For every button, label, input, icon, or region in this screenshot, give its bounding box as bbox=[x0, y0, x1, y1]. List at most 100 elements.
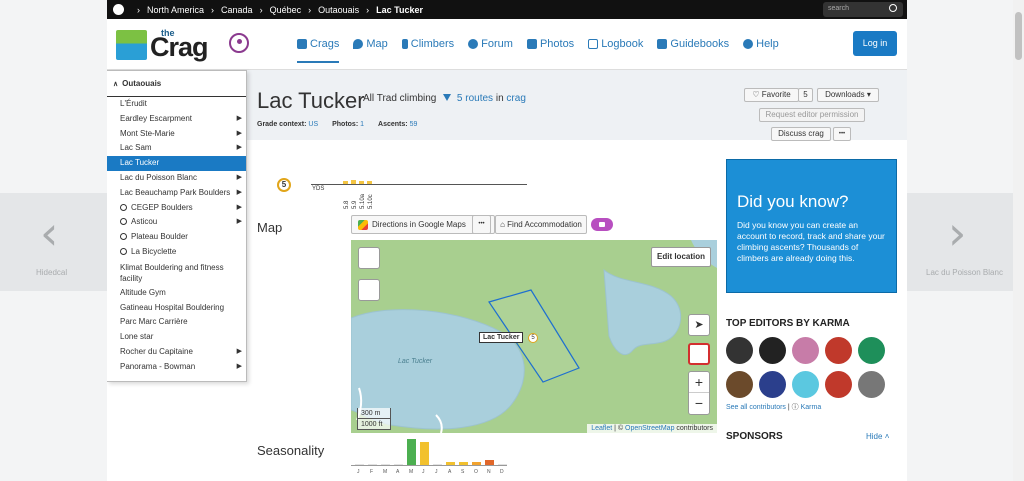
crag-type-link[interactable]: crag bbox=[506, 93, 525, 104]
season-bar[interactable] bbox=[498, 464, 507, 465]
menu-item[interactable]: Asticou ▶ bbox=[107, 215, 246, 230]
next-arrow-icon[interactable]: › bbox=[948, 210, 966, 256]
ascents-count[interactable]: 59 bbox=[410, 121, 418, 128]
nav-guidebooks[interactable]: Guidebooks bbox=[657, 19, 729, 69]
nav-forum[interactable]: Forum bbox=[468, 19, 513, 69]
grade-bar[interactable] bbox=[343, 181, 348, 184]
menu-item[interactable]: Lone star bbox=[107, 330, 246, 345]
menu-item[interactable]: La Bicyclette bbox=[107, 245, 246, 260]
season-bar[interactable] bbox=[407, 439, 416, 465]
editor-avatar[interactable] bbox=[792, 371, 819, 398]
scrollbar-thumb[interactable] bbox=[1015, 12, 1022, 60]
nav-logbook[interactable]: Logbook bbox=[588, 19, 643, 69]
breadcrumb-item[interactable]: Canada bbox=[221, 5, 253, 15]
leaflet-link[interactable]: Leaflet bbox=[591, 425, 612, 432]
menu-item[interactable]: Gatineau Hospital Bouldering bbox=[107, 301, 246, 316]
locate-icon[interactable]: ➤ bbox=[688, 314, 710, 336]
search-input[interactable]: search bbox=[823, 2, 903, 17]
menu-item[interactable]: Parc Marc Carrière bbox=[107, 315, 246, 330]
nav-help[interactable]: Help bbox=[743, 19, 779, 69]
discuss-crag-button[interactable]: Discuss crag bbox=[771, 127, 831, 141]
osm-link[interactable]: OpenStreetMap bbox=[625, 425, 674, 432]
favorite-button[interactable]: ♡ Favorite bbox=[744, 88, 799, 102]
season-bar[interactable] bbox=[433, 464, 442, 465]
menu-item[interactable]: Lac du Poisson Blanc ▶ bbox=[107, 171, 246, 186]
next-crag-label[interactable]: Lac du Poisson Blanc bbox=[926, 268, 1003, 277]
crag-marker-label[interactable]: Lac Tucker bbox=[479, 332, 524, 343]
menu-item[interactable]: Plateau Boulder bbox=[107, 230, 246, 245]
menu-item[interactable]: CEGEP Boulders ▶ bbox=[107, 201, 246, 216]
editor-avatar[interactable] bbox=[759, 337, 786, 364]
search-icon[interactable] bbox=[889, 4, 897, 12]
fullscreen-icon[interactable] bbox=[688, 343, 710, 365]
zoom-in-button[interactable]: + bbox=[689, 372, 709, 393]
request-editor-button[interactable]: Request editor permission bbox=[759, 108, 865, 122]
edit-location-button[interactable]: Edit location bbox=[651, 247, 711, 267]
accommodation-button[interactable]: ⌂ Find Accommodation bbox=[495, 215, 587, 234]
routes-link[interactable]: 5 routes bbox=[457, 93, 493, 104]
filter-icon[interactable] bbox=[443, 94, 452, 101]
editor-avatar[interactable] bbox=[825, 337, 852, 364]
banned-icon bbox=[120, 247, 127, 255]
globe-icon[interactable] bbox=[113, 4, 124, 15]
editor-avatar[interactable] bbox=[792, 337, 819, 364]
editor-avatar[interactable] bbox=[858, 371, 885, 398]
page-scrollbar[interactable] bbox=[1013, 0, 1024, 481]
crag-marker-count[interactable]: 5 bbox=[528, 333, 538, 343]
nav-map[interactable]: Map bbox=[353, 19, 388, 69]
karma-link[interactable]: Karma bbox=[801, 404, 822, 411]
grade-bar[interactable] bbox=[359, 181, 364, 184]
grade-context-value[interactable]: US bbox=[308, 121, 318, 128]
grade-bar[interactable] bbox=[367, 181, 372, 184]
menu-item[interactable]: Klimat Bouldering and fitness facility bbox=[107, 260, 246, 286]
season-bar[interactable] bbox=[446, 462, 455, 465]
season-bar[interactable] bbox=[472, 462, 481, 465]
did-you-know-panel[interactable]: Did you know? Did you know you can creat… bbox=[726, 159, 897, 293]
menu-item[interactable]: Lac Tucker bbox=[107, 156, 246, 171]
menu-heading[interactable]: ∧ Outaouais bbox=[107, 71, 246, 97]
season-bar[interactable] bbox=[459, 462, 468, 465]
map-filter-icon[interactable] bbox=[358, 279, 380, 301]
menu-item[interactable]: Panorama - Bowman ▶ bbox=[107, 360, 246, 375]
grade-bar[interactable] bbox=[351, 180, 356, 184]
hide-sponsors-link[interactable]: Hide ˄ bbox=[866, 432, 889, 441]
breadcrumb-item[interactable]: Outaouais bbox=[318, 5, 359, 15]
season-bar[interactable] bbox=[355, 464, 364, 465]
seasonality-heading: Seasonality bbox=[257, 443, 325, 458]
editor-avatar[interactable] bbox=[825, 371, 852, 398]
menu-item[interactable]: Rocher du Capitaine ▶ bbox=[107, 345, 246, 360]
menu-item[interactable]: Eardley Escarpment ▶ bbox=[107, 112, 246, 127]
see-all-contributors-link[interactable]: See all contributors bbox=[726, 404, 786, 411]
nav-climbers[interactable]: Climbers bbox=[401, 19, 454, 69]
downloads-button[interactable]: Downloads ▾ bbox=[817, 88, 879, 102]
season-bar[interactable] bbox=[485, 459, 494, 465]
season-bar[interactable] bbox=[394, 464, 403, 465]
nav-photos[interactable]: Photos bbox=[526, 19, 574, 69]
editor-avatar[interactable] bbox=[858, 337, 885, 364]
nav-crags[interactable]: Crags bbox=[297, 19, 340, 69]
prev-crag-label[interactable]: Hidedcal bbox=[36, 268, 67, 277]
menu-item[interactable]: L'Érudit bbox=[107, 97, 246, 112]
menu-item[interactable]: Mont Ste-Marie ▶ bbox=[107, 127, 246, 142]
menu-item[interactable]: Lac Sam ▶ bbox=[107, 141, 246, 156]
menu-item[interactable]: Altitude Gym bbox=[107, 286, 246, 301]
prev-arrow-icon[interactable]: ‹ bbox=[40, 210, 58, 256]
breadcrumb-item[interactable]: Québec bbox=[270, 5, 302, 15]
thecrag-logo[interactable]: the Crag bbox=[116, 27, 251, 63]
lock-toggle-icon[interactable] bbox=[591, 218, 613, 231]
editor-avatar[interactable] bbox=[759, 371, 786, 398]
season-bar[interactable] bbox=[381, 464, 390, 465]
editor-avatar[interactable] bbox=[726, 371, 753, 398]
photos-count[interactable]: 1 bbox=[360, 121, 364, 128]
season-bar[interactable] bbox=[368, 464, 377, 465]
layers-icon[interactable] bbox=[358, 247, 380, 269]
more-actions-button[interactable]: ••• bbox=[833, 127, 851, 141]
breadcrumb-item[interactable]: North America bbox=[147, 5, 204, 15]
menu-item[interactable]: Lac Beauchamp Park Boulders ▶ bbox=[107, 186, 246, 201]
editor-avatar[interactable] bbox=[726, 337, 753, 364]
directions-more-button[interactable]: ••• bbox=[472, 215, 491, 234]
zoom-out-button[interactable]: − bbox=[689, 393, 709, 414]
season-bar[interactable] bbox=[420, 441, 429, 465]
crag-map[interactable]: Edit location ➤ + − Lac Tucker 5 Lac Tuc… bbox=[351, 240, 717, 433]
login-button[interactable]: Log in bbox=[853, 31, 897, 56]
